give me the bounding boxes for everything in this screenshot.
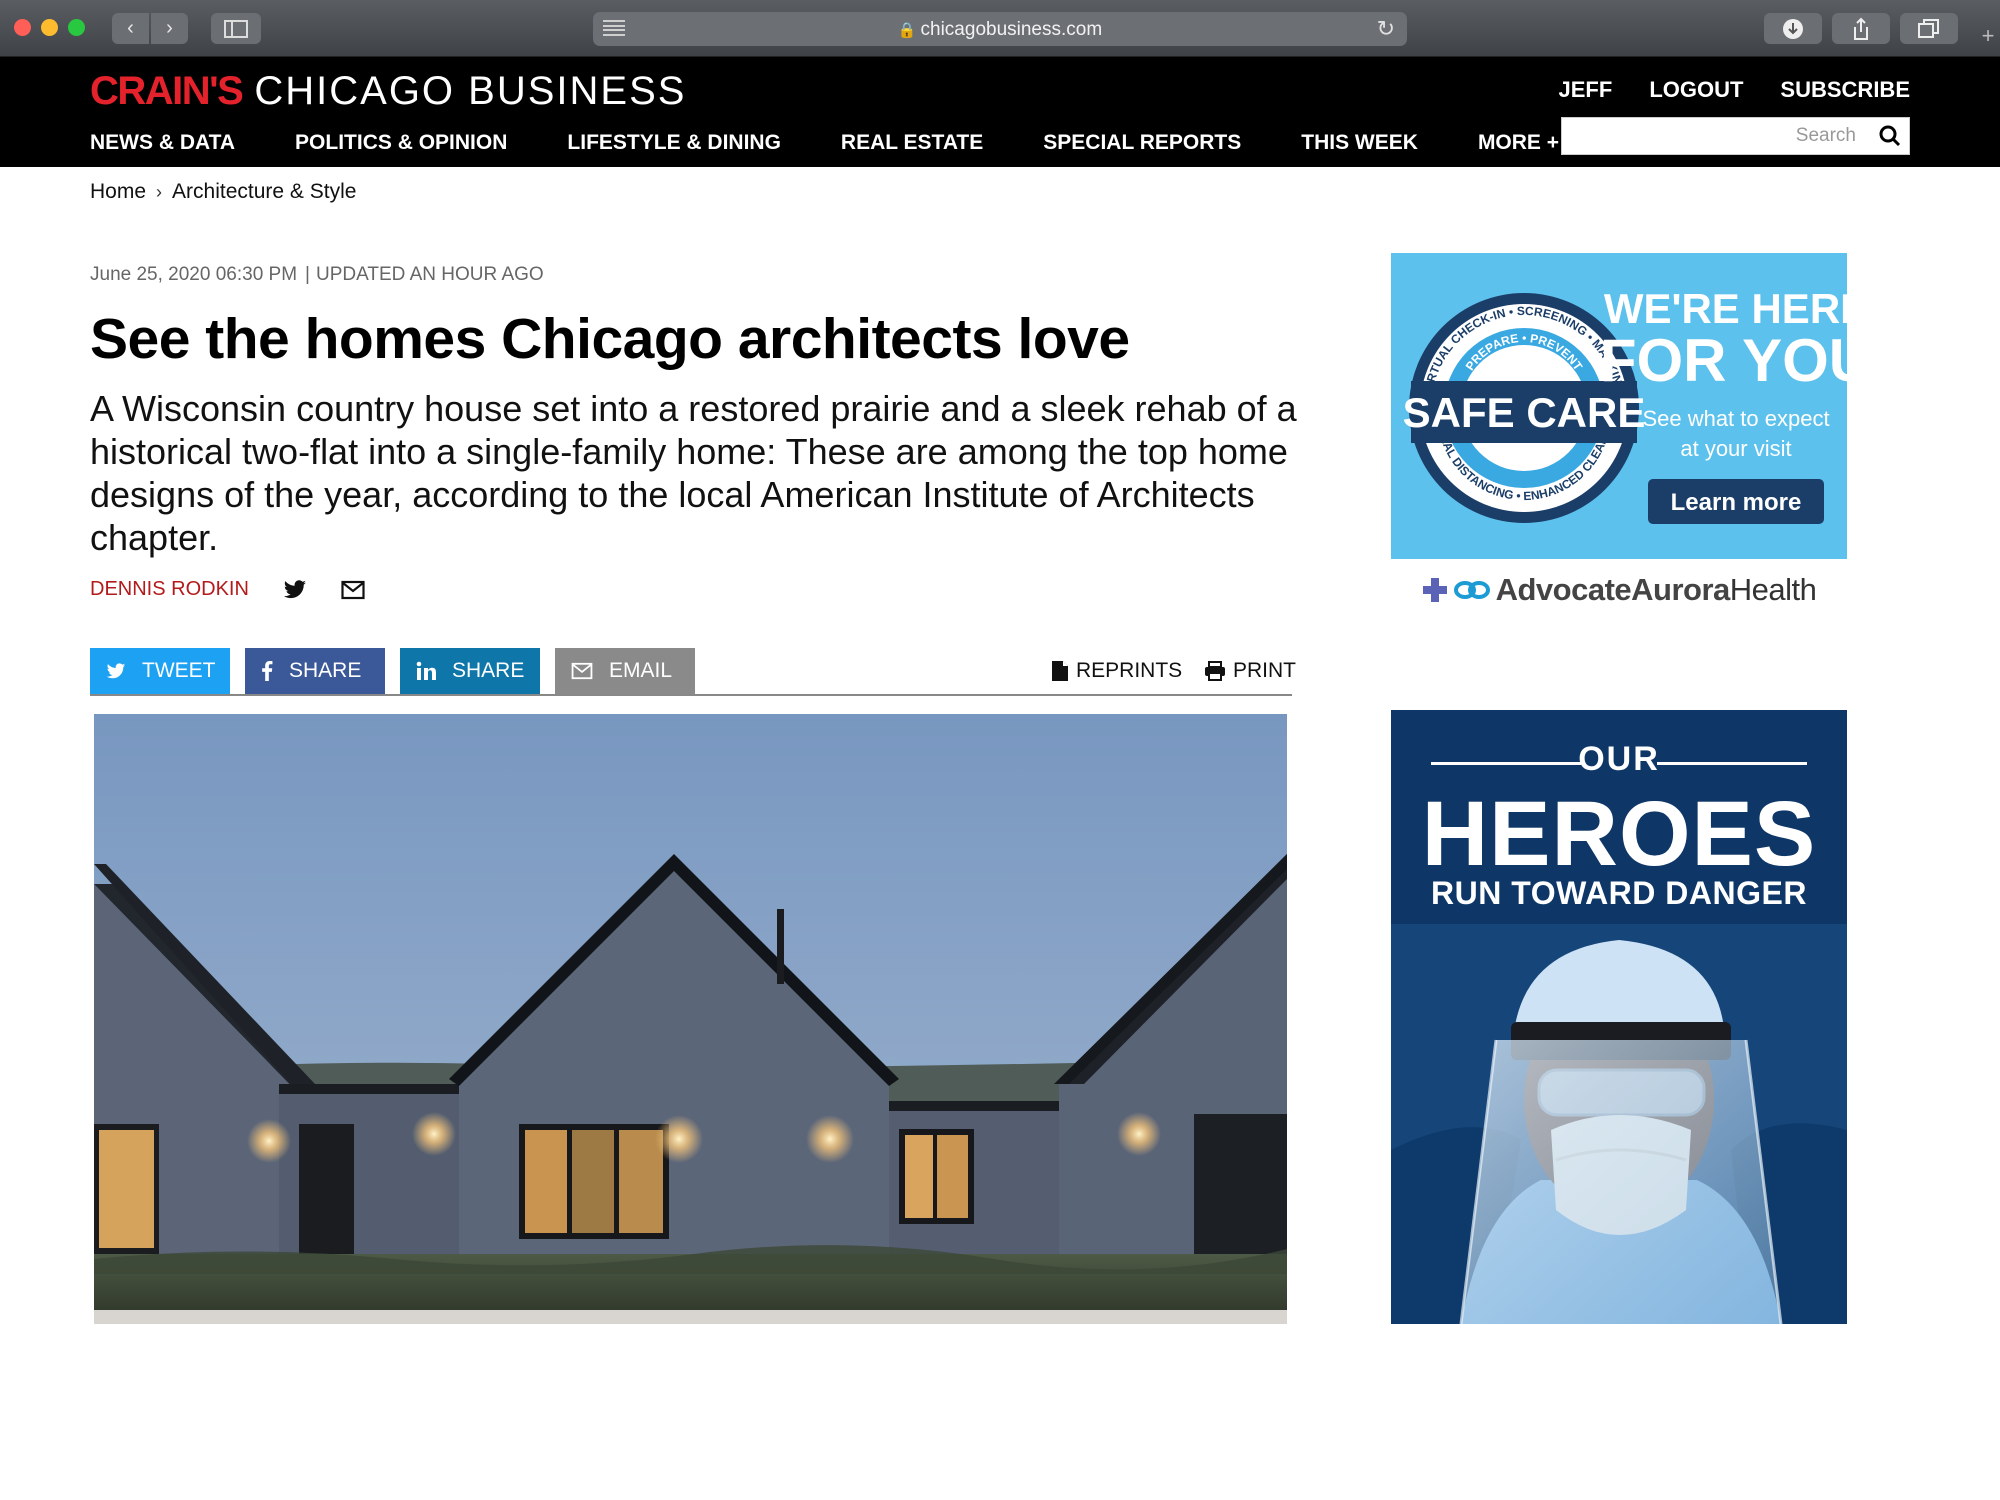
facebook-icon: [262, 661, 273, 681]
reload-icon[interactable]: ↻: [1377, 16, 1395, 42]
linkedin-share-button[interactable]: SHARE: [400, 648, 540, 694]
site-logo[interactable]: CRAIN'S CHICAGO BUSINESS: [90, 69, 686, 114]
advertiser-name-3: Health: [1729, 572, 1817, 607]
nav-news-data[interactable]: NEWS & DATA: [90, 131, 235, 155]
chevron-right-icon: ›: [156, 181, 163, 202]
heroes-our: OUR: [1578, 740, 1660, 778]
linkedin-share-label: SHARE: [452, 659, 525, 682]
chevron-right-icon: ›: [166, 17, 173, 39]
tabs-overview-button[interactable]: [1900, 13, 1958, 44]
subscribe-link[interactable]: SUBSCRIBE: [1780, 77, 1910, 103]
ad-sub-2: at your visit: [1680, 436, 1791, 461]
breadcrumb: Home › Architecture & Style: [90, 180, 356, 204]
plus-icon: +: [1981, 23, 1995, 48]
advertiser-name-1: Advocate: [1495, 572, 1632, 607]
article-headline: See the homes Chicago architects love: [90, 307, 1130, 371]
advertiser-logo[interactable]: AdvocateAuroraHealth: [1391, 560, 1847, 620]
author-email-icon[interactable]: [341, 579, 365, 601]
share-button[interactable]: [1832, 13, 1890, 44]
breadcrumb-home[interactable]: Home: [90, 180, 146, 204]
article-hero-image[interactable]: [94, 714, 1287, 1324]
nav-more[interactable]: MORE +: [1478, 131, 1559, 155]
updated-time: UPDATED AN HOUR AGO: [315, 264, 544, 285]
ad-headline-1: WE'RE HERE: [1604, 285, 1847, 332]
logo-rest: CHICAGO BUSINESS: [254, 69, 687, 113]
main-nav: NEWS & DATA POLITICS & OPINION LIFESTYLE…: [90, 131, 1559, 155]
author-link[interactable]: DENNIS RODKIN: [90, 578, 249, 601]
browser-toolbar: ‹ › 🔒 chicagobusiness.com ↻ +: [0, 0, 2000, 57]
share-toolbar: TWEET SHARE SHARE EMAIL REPRINTS PRINT: [90, 648, 1296, 696]
chevron-left-icon: ‹: [127, 17, 134, 39]
author-twitter-icon[interactable]: [283, 579, 307, 601]
heroes-tagline: RUN TOWARD DANGER: [1431, 875, 1807, 911]
email-share-label: EMAIL: [609, 659, 673, 682]
email-icon: [571, 662, 593, 680]
printer-icon: [1205, 661, 1225, 681]
chain-link-icon: [1453, 581, 1490, 599]
zoom-window-button[interactable]: [68, 19, 85, 36]
byline: DENNIS RODKIN: [90, 578, 365, 601]
learn-more-label: Learn more: [1671, 489, 1802, 516]
document-icon: [1052, 661, 1068, 681]
print-link[interactable]: PRINT: [1204, 659, 1296, 683]
site-header: CRAIN'S CHICAGO BUSINESS JEFF LOGOUT SUBS…: [0, 57, 2000, 167]
breadcrumb-section[interactable]: Architecture & Style: [172, 180, 356, 204]
facebook-share-label: SHARE: [289, 659, 362, 682]
tabs-icon: [1918, 18, 1939, 38]
ad-headline-2: FOR YOU: [1600, 327, 1847, 394]
nav-real-estate[interactable]: REAL ESTATE: [841, 131, 983, 155]
article-dek: A Wisconsin country house set into a res…: [90, 388, 1297, 558]
download-icon: [1783, 18, 1803, 39]
reprints-label: REPRINTS: [1076, 659, 1183, 682]
safe-care-ad-art: VIRTUAL CHECK-IN • SCREENING • MASKING S…: [1403, 285, 1847, 524]
address-bar[interactable]: 🔒 chicagobusiness.com ↻: [593, 12, 1407, 46]
tweet-button[interactable]: TWEET: [90, 648, 230, 694]
advertisement-safe-care[interactable]: VIRTUAL CHECK-IN • SCREENING • MASKING S…: [1391, 253, 1847, 559]
search-box: [1561, 117, 1910, 155]
print-label: PRINT: [1233, 659, 1296, 682]
nav-special-reports[interactable]: SPECIAL REPORTS: [1043, 131, 1241, 155]
user-links: JEFF LOGOUT SUBSCRIBE: [1559, 77, 1910, 103]
downloads-button[interactable]: [1764, 13, 1822, 44]
sidebar-icon: [224, 19, 248, 38]
twitter-icon: [106, 662, 126, 678]
image-caption-bar: [94, 1310, 1287, 1324]
email-share-button[interactable]: EMAIL: [555, 648, 695, 694]
publish-date: June 25, 2020 06:30 PM: [90, 264, 298, 285]
reprints-link[interactable]: REPRINTS: [1051, 659, 1182, 683]
lock-icon: 🔒: [897, 22, 917, 39]
back-button[interactable]: ‹: [112, 13, 149, 44]
close-window-button[interactable]: [14, 19, 31, 36]
nav-lifestyle-dining[interactable]: LIFESTYLE & DINING: [567, 131, 781, 155]
dateline: June 25, 2020 06:30 PM | UPDATED AN HOUR A…: [90, 264, 544, 285]
search-icon[interactable]: [1879, 125, 1901, 147]
ad-sub-1: See what to expect: [1642, 406, 1829, 431]
linkedin-icon: [416, 661, 436, 680]
heroes-title: HEROES: [1421, 783, 1817, 885]
nav-politics-opinion[interactable]: POLITICS & OPINION: [295, 131, 507, 155]
logout-link[interactable]: LOGOUT: [1649, 77, 1743, 103]
advertiser-name-2: Aurora: [1631, 572, 1730, 607]
forward-button[interactable]: ›: [151, 13, 188, 44]
advertisement-heroes[interactable]: OUR HEROES RUN TOWARD DANGER: [1391, 710, 1847, 1324]
minimize-window-button[interactable]: [41, 19, 58, 36]
url-text: chicagobusiness.com: [920, 19, 1103, 40]
medical-cross-icon: [1422, 578, 1447, 602]
user-name-link[interactable]: JEFF: [1559, 77, 1613, 103]
facebook-share-button[interactable]: SHARE: [245, 648, 385, 694]
window-controls: [14, 19, 85, 36]
new-tab-button[interactable]: +: [1976, 23, 2000, 57]
search-input[interactable]: [1562, 118, 1862, 154]
sidebar-toggle-button[interactable]: [211, 13, 261, 44]
logo-brand: CRAIN'S: [90, 69, 244, 113]
nav-this-week[interactable]: THIS WEEK: [1301, 131, 1418, 155]
share-icon: [1854, 17, 1868, 40]
heroes-banner: OUR HEROES RUN TOWARD DANGER: [1391, 710, 1847, 924]
badge-title: SAFE CARE: [1403, 389, 1646, 436]
house-photo: [94, 714, 1287, 1324]
tweet-label: TWEET: [142, 659, 216, 682]
